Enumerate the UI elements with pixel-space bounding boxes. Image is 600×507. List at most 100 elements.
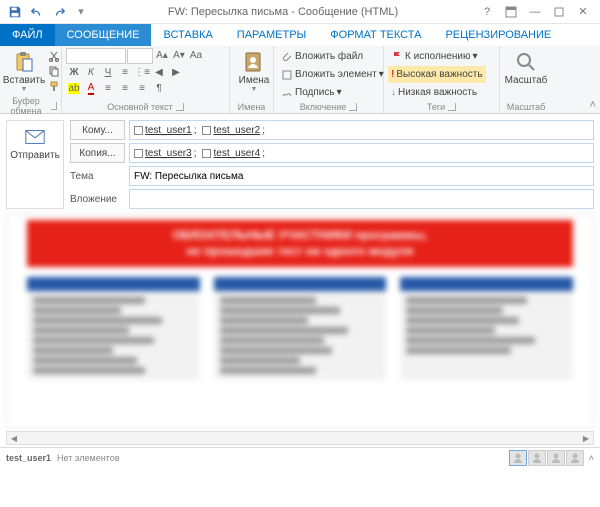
tab-file[interactable]: ФАЙЛ xyxy=(0,24,55,46)
font-dialog-launcher[interactable] xyxy=(176,103,184,111)
ribbon-options-icon[interactable] xyxy=(500,2,522,22)
qat-customize-icon[interactable]: ▾ xyxy=(72,3,90,21)
status-user: test_user1 xyxy=(6,453,51,463)
bullets-icon[interactable]: ≡ xyxy=(117,65,133,80)
tags-dialog-launcher[interactable] xyxy=(448,103,456,111)
format-painter-icon[interactable] xyxy=(46,78,62,93)
attachment-label: Вложение xyxy=(70,194,125,205)
send-icon xyxy=(24,127,46,147)
presence-avatar[interactable] xyxy=(528,450,546,466)
tab-review[interactable]: РЕЦЕНЗИРОВАНИЕ xyxy=(433,24,563,46)
cut-icon[interactable] xyxy=(46,48,62,63)
magnifier-icon xyxy=(514,50,538,74)
ribbon: Вставить ▼ Буфер обмена A▴ A▾ Aa Ж К xyxy=(0,46,600,114)
ribbon-group-tags: К исполнению ▾ !Высокая важность ↓Низкая… xyxy=(384,46,500,113)
ribbon-group-font: A▴ A▾ Aa Ж К Ч ≡ ⋮≡ ◀ ▶ ab A ≡ ≡ ≡ ¶ xyxy=(62,46,230,113)
attach-file-button[interactable]: Вложить файл xyxy=(278,48,387,65)
title-bar: ▾ FW: Пересылка письма - Сообщение (HTML… xyxy=(0,0,600,24)
highlight-icon[interactable]: ab xyxy=(66,81,82,96)
font-color-icon[interactable]: A xyxy=(83,81,99,96)
indent-left-icon[interactable]: ◀ xyxy=(151,65,167,80)
ribbon-tabs: ФАЙЛ СООБЩЕНИЕ ВСТАВКА ПАРАМЕТРЫ ФОРМАТ … xyxy=(0,24,600,46)
subject-input[interactable] xyxy=(129,166,594,186)
include-dialog-launcher[interactable] xyxy=(349,103,357,111)
scroll-right-icon[interactable]: ▶ xyxy=(579,432,593,444)
message-body[interactable]: ОБЯЗАТЕЛЬНЫЕ УЧАСТНИКИ программы, не про… xyxy=(6,213,594,429)
address-book-icon xyxy=(242,50,266,74)
body-banner: ОБЯЗАТЕЛЬНЫЕ УЧАСТНИКИ программы, не про… xyxy=(27,220,573,267)
ribbon-group-clipboard: Вставить ▼ Буфер обмена xyxy=(0,46,62,113)
attach-item-button[interactable]: Вложить элемент ▾ xyxy=(278,66,387,83)
collapse-ribbon-icon[interactable]: ˄ xyxy=(590,99,596,111)
numbering-icon[interactable]: ⋮≡ xyxy=(134,65,150,80)
flag-icon xyxy=(391,51,403,63)
to-field[interactable]: test_user1; test_user2; xyxy=(129,120,594,140)
scroll-left-icon[interactable]: ◀ xyxy=(7,432,21,444)
signature-button[interactable]: Подпись ▾ xyxy=(278,84,387,101)
underline-icon[interactable]: Ч xyxy=(100,65,116,80)
shrink-font-icon[interactable]: A▾ xyxy=(171,48,187,63)
grow-font-icon[interactable]: A▴ xyxy=(154,48,170,63)
tab-insert[interactable]: ВСТАВКА xyxy=(151,24,224,46)
clipboard-dialog-launcher[interactable] xyxy=(51,102,57,110)
paste-button[interactable]: Вставить ▼ xyxy=(4,48,44,95)
low-importance-button[interactable]: ↓Низкая важность xyxy=(388,84,486,101)
body-column xyxy=(214,277,387,380)
exclaim-icon: ! xyxy=(391,69,394,80)
tab-message[interactable]: СООБЩЕНИЕ xyxy=(55,24,152,46)
body-column xyxy=(400,277,573,380)
presence-avatar[interactable] xyxy=(566,450,584,466)
presence-avatar[interactable] xyxy=(509,450,527,466)
clipboard-small xyxy=(46,48,62,93)
indent-right-icon[interactable]: ▶ xyxy=(168,65,184,80)
names-button[interactable]: Имена ▼ xyxy=(234,48,274,95)
paperclip-icon xyxy=(281,51,293,63)
recipient[interactable]: test_user4; xyxy=(202,148,264,159)
maximize-icon[interactable] xyxy=(548,2,570,22)
send-button[interactable]: Отправить xyxy=(6,120,64,209)
status-bar: test_user1 Нет элементов ˄ xyxy=(0,447,600,467)
to-button[interactable]: Кому... xyxy=(70,120,125,140)
follow-up-button[interactable]: К исполнению ▾ xyxy=(388,48,486,65)
status-message: Нет элементов xyxy=(57,453,119,463)
high-importance-button[interactable]: !Высокая важность xyxy=(388,66,486,83)
tab-format[interactable]: ФОРМАТ ТЕКСТА xyxy=(318,24,433,46)
minimize-icon[interactable]: — xyxy=(524,2,546,22)
align-right-icon[interactable]: ≡ xyxy=(134,81,150,96)
recipient[interactable]: test_user2; xyxy=(202,125,264,136)
recipient[interactable]: test_user3; xyxy=(134,148,196,159)
people-pane: ˄ xyxy=(509,450,594,466)
quick-access-toolbar: ▾ xyxy=(0,3,90,21)
change-case-icon[interactable]: Aa xyxy=(188,48,204,63)
help-icon[interactable]: ? xyxy=(476,2,498,22)
align-center-icon[interactable]: ≡ xyxy=(117,81,133,96)
font-family-select[interactable] xyxy=(66,48,126,64)
tab-options[interactable]: ПАРАМЕТРЫ xyxy=(225,24,318,46)
undo-icon[interactable] xyxy=(28,3,46,21)
attach-item-icon xyxy=(281,69,293,81)
ribbon-group-names: Имена ▼ Имена xyxy=(230,46,274,113)
bold-icon[interactable]: Ж xyxy=(66,65,82,80)
clear-format-icon[interactable]: ¶ xyxy=(151,81,167,96)
subject-label: Тема xyxy=(70,171,125,182)
copy-icon[interactable] xyxy=(46,63,62,78)
people-pane-toggle-icon[interactable]: ˄ xyxy=(589,453,594,463)
align-left-icon[interactable]: ≡ xyxy=(100,81,116,96)
cc-field[interactable]: test_user3; test_user4; xyxy=(129,143,594,163)
window-title: FW: Пересылка письма - Сообщение (HTML) xyxy=(90,6,476,18)
attachment-input[interactable] xyxy=(129,189,594,209)
italic-icon[interactable]: К xyxy=(83,65,99,80)
horizontal-scrollbar[interactable]: ◀ ▶ xyxy=(6,431,594,445)
font-size-select[interactable] xyxy=(127,48,153,64)
close-icon[interactable]: ✕ xyxy=(572,2,594,22)
presence-avatar[interactable] xyxy=(547,450,565,466)
signature-icon xyxy=(281,87,293,99)
ribbon-group-zoom: Масштаб Масштаб xyxy=(500,46,552,113)
redo-icon[interactable] xyxy=(50,3,68,21)
recipient[interactable]: test_user1; xyxy=(134,125,196,136)
body-column xyxy=(27,277,200,380)
zoom-button[interactable]: Масштаб xyxy=(504,48,548,88)
cc-button[interactable]: Копия... xyxy=(70,143,125,163)
paste-icon xyxy=(12,50,36,74)
save-icon[interactable] xyxy=(6,3,24,21)
